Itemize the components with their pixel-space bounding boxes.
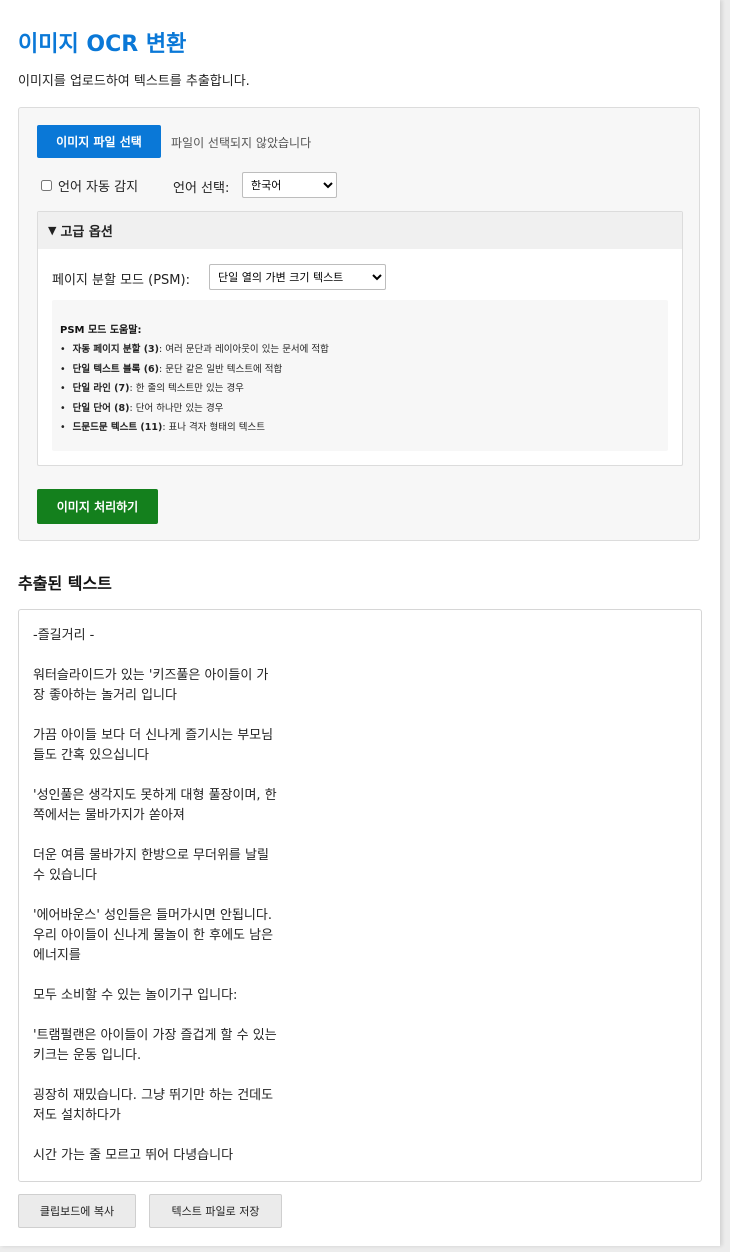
- list-item: • 단일 텍스트 블록 (6) : 문단 같은 일반 텍스트에 적합: [60, 364, 329, 384]
- bullet-icon: •: [60, 383, 66, 394]
- list-item: • 자동 페이지 분할 (3) : 여러 문단과 레이아웃이 있는 문서에 적합: [60, 344, 329, 364]
- process-image-button[interactable]: 이미지 처리하기: [37, 489, 158, 524]
- psm-help-desc: : 문단 같은 일반 텍스트에 적합: [159, 363, 283, 375]
- psm-help-box: PSM 모드 도움말: • 자동 페이지 분할 (3) : 여러 문단과 레이아…: [52, 300, 668, 451]
- psm-help-term: 단일 텍스트 블록 (6): [72, 363, 160, 375]
- extracted-text-output[interactable]: -즐길거리 - 워터슬라이드가 있는 '키즈풀은 아이들이 가 장 좋아하는 놀…: [18, 609, 702, 1182]
- auto-detect-language-option[interactable]: 언어 자동 감지: [41, 176, 138, 195]
- psm-help-desc: : 한 줄의 텍스트만 있는 경우: [129, 383, 244, 394]
- psm-select-label: 페이지 분할 모드 (PSM):: [52, 273, 190, 288]
- psm-help-term: 드문드문 텍스트 (11): [72, 422, 163, 433]
- page-subtitle: 이미지를 업로드하여 텍스트를 추출합니다.: [18, 74, 250, 89]
- extracted-text-heading: 추출된 텍스트: [18, 574, 112, 593]
- advanced-options: ▼ 고급 옵션 페이지 분할 모드 (PSM): 단일 열의 가변 크기 텍스트…: [37, 211, 683, 466]
- advanced-options-label: 고급 옵션: [60, 225, 113, 240]
- psm-help-term: 단일 단어 (8): [72, 402, 130, 414]
- psm-help-desc: : 여러 문단과 레이아웃이 있는 문서에 적합: [159, 344, 329, 355]
- ocr-app-page: 이미지 OCR 변환 이미지를 업로드하여 텍스트를 추출합니다. 이미지 파일…: [0, 0, 720, 1246]
- psm-help-term: 단일 라인 (7): [72, 383, 130, 394]
- page-title: 이미지 OCR 변환: [18, 32, 187, 57]
- auto-detect-language-label: 언어 자동 감지: [58, 180, 139, 195]
- psm-help-desc: : 단어 하나만 있는 경우: [129, 402, 224, 414]
- language-select-label: 언어 선택:: [173, 181, 230, 196]
- list-item: • 드문드문 텍스트 (11) : 표나 격자 형태의 텍스트: [60, 422, 329, 442]
- save-text-file-button[interactable]: 텍스트 파일로 저장: [149, 1194, 282, 1228]
- upload-panel: 이미지 파일 선택 파일이 선택되지 않았습니다 언어 자동 감지 언어 선택:…: [18, 107, 700, 541]
- psm-help-list: • 자동 페이지 분할 (3) : 여러 문단과 레이아웃이 있는 문서에 적합…: [60, 344, 329, 442]
- bullet-icon: •: [60, 402, 66, 414]
- language-select[interactable]: 한국어: [242, 172, 337, 198]
- bullet-icon: •: [60, 344, 66, 355]
- psm-select[interactable]: 단일 열의 가변 크기 텍스트: [209, 264, 386, 290]
- list-item: • 단일 단어 (8) : 단어 하나만 있는 경우: [60, 403, 329, 423]
- psm-help-title: PSM 모드 도움말:: [60, 325, 142, 336]
- list-item: • 단일 라인 (7) : 한 줄의 텍스트만 있는 경우: [60, 383, 329, 403]
- bullet-icon: •: [60, 363, 66, 375]
- extracted-text-content: -즐길거리 - 워터슬라이드가 있는 '키즈풀은 아이들이 가 장 좋아하는 놀…: [33, 628, 277, 1163]
- advanced-options-toggle[interactable]: ▼ 고급 옵션: [38, 212, 682, 249]
- psm-help-term: 자동 페이지 분할 (3): [72, 344, 160, 355]
- psm-help-desc: : 표나 격자 형태의 텍스트: [162, 422, 265, 433]
- expanded-triangle-icon: ▼: [48, 224, 57, 237]
- copy-to-clipboard-button[interactable]: 클립보드에 복사: [18, 1194, 136, 1228]
- bullet-icon: •: [60, 422, 66, 433]
- file-status-text: 파일이 선택되지 않았습니다: [171, 136, 312, 150]
- auto-detect-language-checkbox[interactable]: [41, 180, 52, 191]
- choose-image-file-button[interactable]: 이미지 파일 선택: [37, 125, 161, 158]
